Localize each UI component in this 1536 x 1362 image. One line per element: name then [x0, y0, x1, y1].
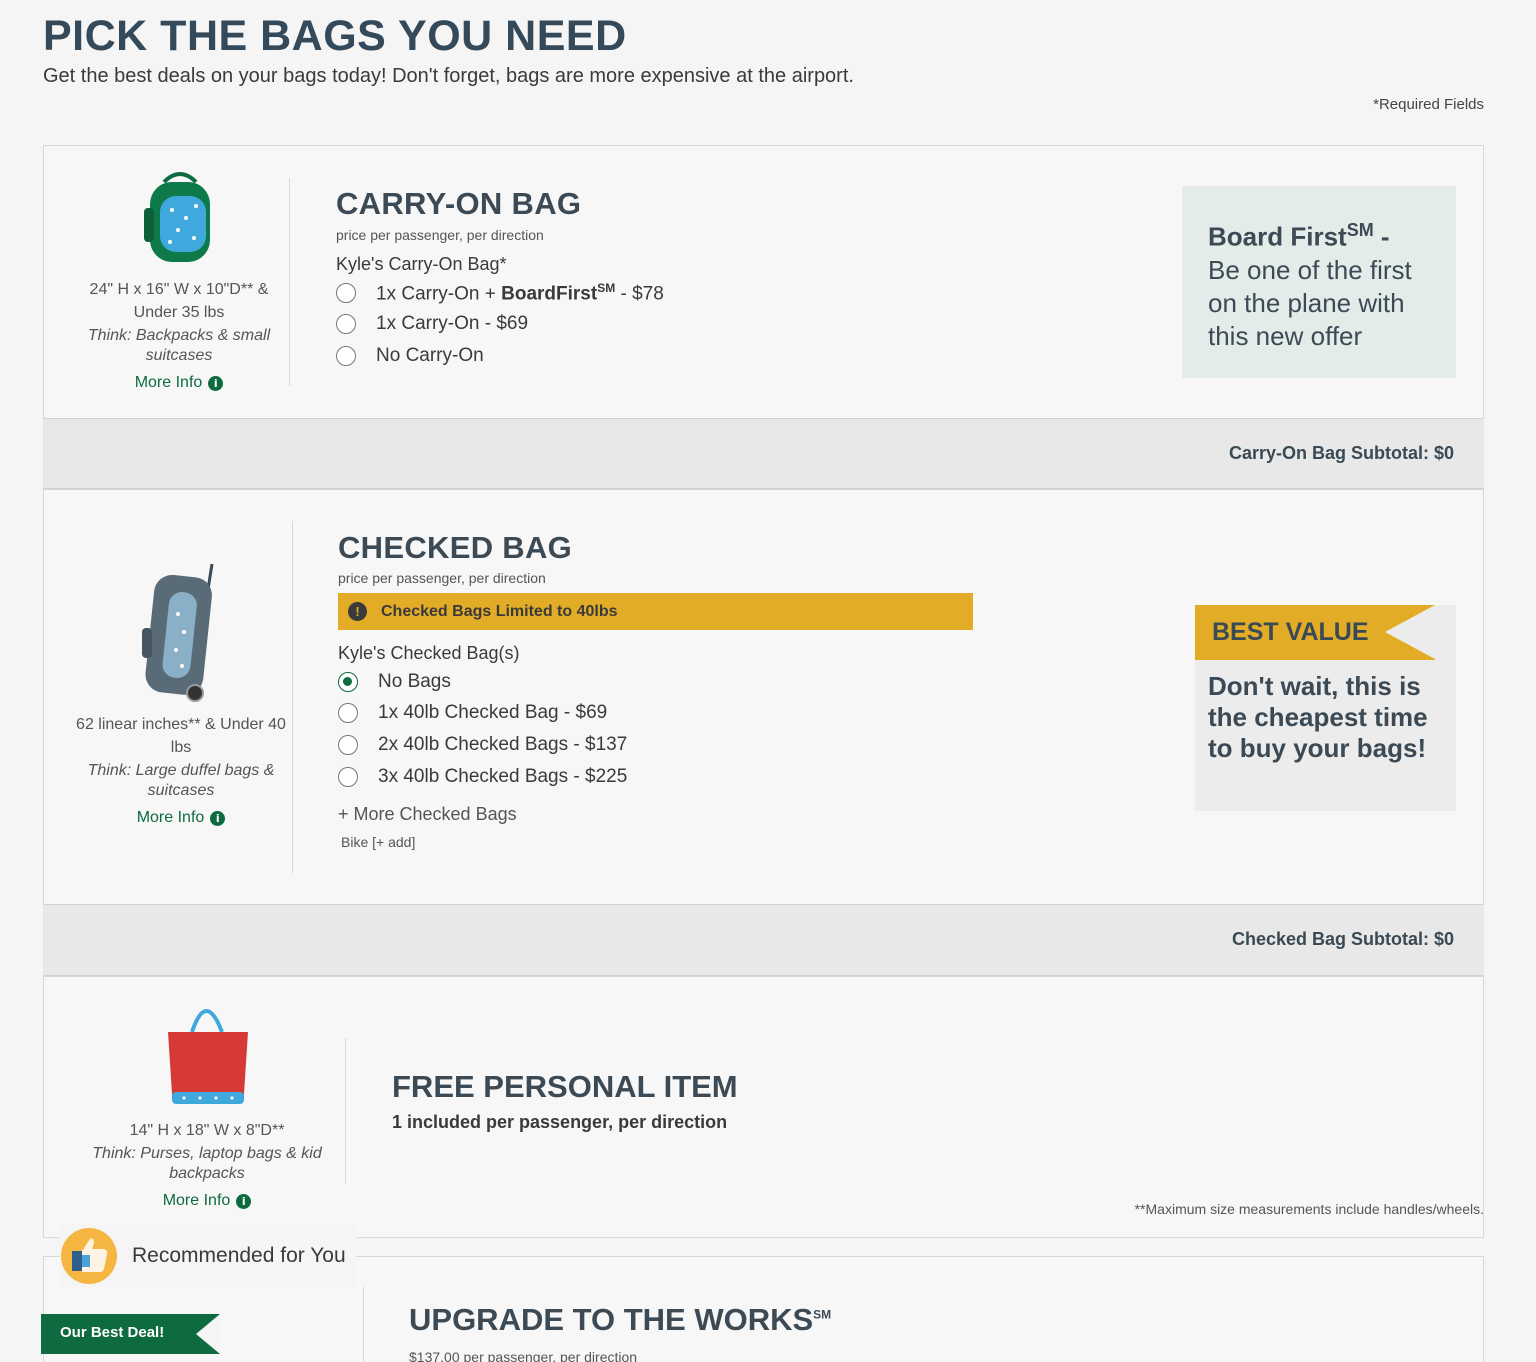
thumbs-up-icon: [61, 1228, 117, 1284]
checked-option-two[interactable]: 2x 40lb Checked Bags - $137: [338, 734, 627, 756]
works-price-note: $137.00 per passenger, per direction: [409, 1349, 638, 1362]
checked-bag-weight-warning: ! Checked Bags Limited to 40lbs: [338, 593, 973, 630]
carry-on-radio-none[interactable]: [336, 346, 356, 366]
required-fields-note: *Required Fields: [1373, 96, 1484, 113]
works-title-sup: SM: [813, 1307, 832, 1322]
checked-bag-passenger-label: Kyle's Checked Bag(s): [338, 643, 520, 663]
checked-bag-subtotal-bar: Checked Bag Subtotal: $0: [43, 904, 1484, 976]
carry-on-option1-sup: SM: [597, 281, 616, 295]
promo-dash: -: [1373, 221, 1390, 252]
carry-on-subtotal: Carry-On Bag Subtotal: $0: [1228, 443, 1454, 463]
checked-option-three[interactable]: 3x 40lb Checked Bags - $225: [338, 766, 627, 788]
checked-bag-more-info-link[interactable]: More Info i: [137, 809, 226, 827]
personal-item-more-info-link[interactable]: More Info i: [163, 1192, 252, 1210]
checked-radio-one[interactable]: [338, 703, 358, 723]
carry-on-option-boardfirst-label: 1x Carry-On + BoardFirstSM - $78: [376, 281, 664, 305]
carry-on-info: 24" H x 16" W x 10"D** & Under 35 lbs Th…: [78, 278, 280, 392]
carry-on-divider: [289, 178, 290, 386]
info-icon: i: [236, 1193, 252, 1209]
personal-item-think: Think: Purses, laptop bags & kid backpac…: [92, 1145, 322, 1182]
checked-radio-none[interactable]: [338, 672, 358, 692]
carry-on-option-boardfirst[interactable]: 1x Carry-On + BoardFirstSM - $78: [336, 281, 664, 305]
page-title: PICK THE BAGS YOU NEED: [43, 12, 627, 60]
promo-text: Be one of the first on the plane with th…: [1208, 254, 1412, 351]
checked-bag-info: 62 linear inches** & Under 40 lbs Think:…: [70, 713, 292, 827]
checked-option-one-label: 1x 40lb Checked Bag - $69: [378, 702, 608, 723]
tote-bag-icon: [168, 1009, 248, 1104]
best-deal-label: Our Best Deal!: [60, 1324, 165, 1341]
carry-on-title: CARRY-ON BAG: [336, 186, 582, 221]
recommended-label: Recommended for You: [132, 1244, 346, 1267]
promo-brand: Board First: [1208, 221, 1347, 252]
carry-on-more-info-link[interactable]: More Info i: [135, 374, 224, 392]
checked-bag-divider: [292, 521, 293, 873]
works-title-text: UPGRADE TO THE WORKS: [409, 1302, 814, 1337]
carry-on-option1-price: - $78: [615, 283, 664, 305]
info-icon: i: [210, 810, 226, 826]
checked-radio-three[interactable]: [338, 767, 358, 787]
page-subtitle: Get the best deals on your bags today! D…: [43, 65, 854, 87]
checked-radio-two[interactable]: [338, 735, 358, 755]
checked-bag-dimensions: 62 linear inches** & Under 40 lbs: [76, 716, 286, 756]
checked-bag-price-note: price per passenger, per direction: [338, 570, 546, 586]
more-checked-bags-link[interactable]: + More Checked Bags: [338, 804, 517, 825]
carry-on-radio-boardfirst[interactable]: [336, 283, 356, 304]
checked-option-two-label: 2x 40lb Checked Bags - $137: [378, 734, 628, 755]
checked-option-three-label: 3x 40lb Checked Bags - $225: [378, 766, 628, 787]
best-deal-ribbon: Our Best Deal!: [41, 1314, 220, 1354]
best-value-promo: BEST VALUE Don't wait, this is the cheap…: [1195, 605, 1456, 811]
works-title: UPGRADE TO THE WORKSSM: [409, 1302, 831, 1338]
checked-bag-title: CHECKED BAG: [338, 530, 573, 565]
carry-on-option1-prefix: 1x Carry-On +: [376, 283, 502, 305]
carry-on-radio-standard[interactable]: [336, 314, 356, 334]
backpack-icon: [144, 172, 210, 262]
bike-add-link[interactable]: Bike [+ add]: [341, 834, 415, 850]
warning-text: Checked Bags Limited to 40lbs: [381, 602, 618, 620]
checked-bag-more-info-label: More Info: [136, 809, 205, 826]
carry-on-option-standard-label: 1x Carry-On - $69: [376, 313, 529, 334]
best-value-text: Don't wait, this is the cheapest time to…: [1208, 671, 1428, 763]
personal-item-more-info-label: More Info: [162, 1192, 231, 1209]
personal-item-dimensions: 14" H x 18" W x 8"D**: [129, 1122, 285, 1139]
checked-bag-think: Think: Large duffel bags & suitcases: [87, 762, 275, 799]
checked-bag-subtotal: Checked Bag Subtotal: $0: [1231, 929, 1454, 949]
rolling-suitcase-icon: [142, 563, 214, 702]
checked-option-none-label: No Bags: [378, 671, 451, 692]
promo-sup: SM: [1346, 220, 1374, 240]
carry-on-option-standard[interactable]: 1x Carry-On - $69: [336, 313, 528, 335]
carry-on-think: Think: Backpacks & small suitcases: [87, 327, 271, 364]
carry-on-option1-brand: BoardFirst: [501, 283, 598, 305]
carry-on-passenger-label: Kyle's Carry-On Bag*: [336, 254, 507, 274]
carry-on-option-none-label: No Carry-On: [376, 345, 484, 366]
personal-item-divider: [345, 1038, 346, 1184]
best-value-label: BEST VALUE: [1212, 618, 1369, 646]
warning-icon: !: [348, 602, 367, 621]
carry-on-dimensions: 24" H x 16" W x 10"D** & Under 35 lbs: [89, 281, 269, 321]
personal-item-subtitle: 1 included per passenger, per direction: [392, 1112, 728, 1132]
personal-item-title: FREE PERSONAL ITEM: [392, 1069, 738, 1104]
info-icon: i: [208, 375, 224, 391]
checked-option-one[interactable]: 1x 40lb Checked Bag - $69: [338, 702, 607, 724]
recommended-header: Recommended for You: [60, 1225, 356, 1287]
size-footnote: **Maximum size measurements include hand…: [1134, 1201, 1484, 1217]
personal-item-info: 14" H x 18" W x 8"D** Think: Purses, lap…: [78, 1119, 336, 1210]
boardfirst-promo: Board FirstSM - Be one of the first on t…: [1182, 186, 1456, 378]
carry-on-option-none[interactable]: No Carry-On: [336, 345, 484, 367]
checked-option-none[interactable]: No Bags: [338, 671, 451, 693]
carry-on-price-note: price per passenger, per direction: [336, 227, 544, 243]
carry-on-more-info-label: More Info: [134, 374, 203, 391]
carry-on-subtotal-bar: Carry-On Bag Subtotal: $0: [43, 418, 1484, 489]
recommended-divider: [363, 1287, 364, 1362]
